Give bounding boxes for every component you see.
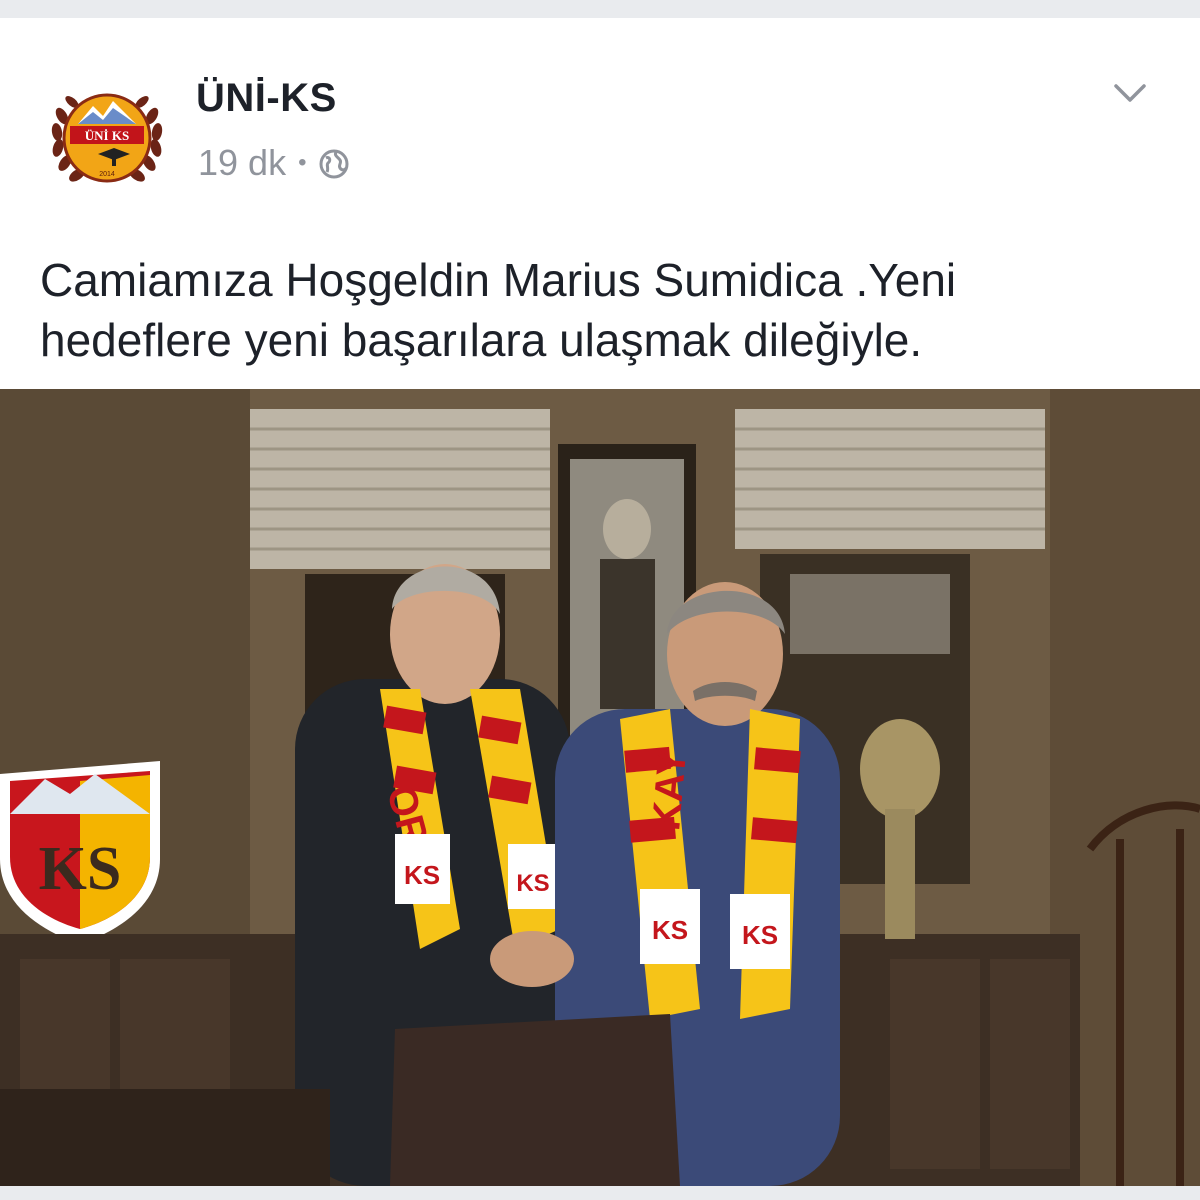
scarf-badge-left: KS bbox=[404, 860, 440, 890]
crest-text: KS bbox=[39, 835, 122, 903]
uni-ks-logo: ÜNİ KS 2014 bbox=[51, 93, 163, 183]
scarf-badge-right: KS bbox=[652, 915, 688, 945]
post-photo[interactable]: KS OR KS KS KAY KS KS bbox=[0, 389, 1200, 1186]
post-header: ÜNİ KS 2014 ÜNİ-KS 19 dk • bbox=[0, 18, 1200, 218]
avatar-badge-text: ÜNİ KS bbox=[85, 128, 129, 143]
avatar-year-text: 2014 bbox=[99, 171, 115, 178]
scarf-text-right: KAY bbox=[644, 748, 695, 833]
globe-icon bbox=[318, 147, 350, 179]
chevron-down-icon[interactable] bbox=[1110, 78, 1150, 108]
post-meta: 19 dk • bbox=[198, 142, 350, 184]
post-author-name[interactable]: ÜNİ-KS bbox=[196, 76, 337, 121]
meta-separator: • bbox=[298, 149, 307, 176]
scarf-badge-right-2: KS bbox=[742, 920, 778, 950]
post-timestamp[interactable]: 19 dk bbox=[198, 142, 286, 184]
avatar[interactable]: ÜNİ KS 2014 bbox=[48, 76, 166, 194]
scarf-badge-left-2: KS bbox=[516, 870, 549, 897]
post-card: ÜNİ KS 2014 ÜNİ-KS 19 dk • Camiamıza Hoş… bbox=[0, 18, 1200, 1186]
post-caption: Camiamıza Hoşgeldin Marius Sumidica .Yen… bbox=[40, 254, 957, 366]
